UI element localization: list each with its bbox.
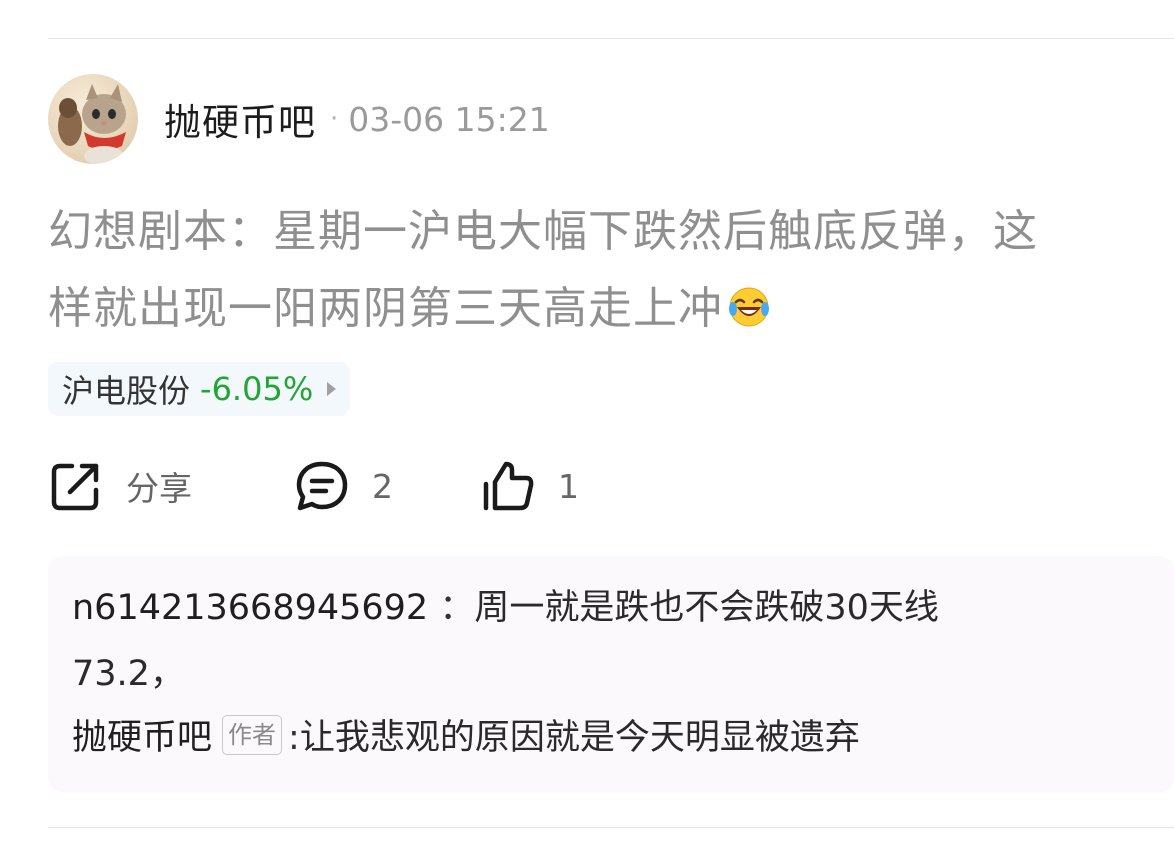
post-text-line-1: 幻想剧本：星期一沪电大幅下跌然后触底反弹，这 xyxy=(48,206,1038,257)
author-badge: 作者 xyxy=(222,715,283,755)
comment-1-separator: ： xyxy=(439,588,475,628)
avatar[interactable] xyxy=(48,74,138,164)
comment-2-text: 让我悲观的原因就是今天明显被遗弃 xyxy=(299,718,860,758)
post-text-line-2-content: 样就出现一阳两阴第三天高走上冲 xyxy=(48,283,723,334)
comments-panel[interactable]: n614213668945692 ：周一就是跌也不会跌破30天线 73.2， 抛… xyxy=(48,556,1174,792)
share-button[interactable]: 分享 xyxy=(48,458,294,514)
share-icon xyxy=(51,463,99,511)
comment-2-user[interactable]: 抛硬币吧 xyxy=(72,718,212,758)
stock-tag[interactable]: 沪电股份 -6.05% xyxy=(48,362,351,416)
post-header: 抛硬币吧 · 03-06 15:21 xyxy=(48,74,550,164)
laughing-crying-emoji-icon xyxy=(729,287,769,327)
comment-2-separator: : xyxy=(288,718,300,758)
stock-name: 沪电股份 xyxy=(62,372,191,410)
comment-2: 抛硬币吧 作者:让我悲观的原因就是今天明显被遗弃 xyxy=(72,708,860,768)
cat-avatar-image xyxy=(58,84,126,164)
comment-icon xyxy=(296,461,348,511)
post-text-line-2: 样就出现一阳两阴第三天高走上冲 xyxy=(48,270,1174,347)
chevron-right-icon xyxy=(327,382,337,396)
bottom-divider xyxy=(48,827,1174,828)
post-body[interactable]: 幻想剧本：星期一沪电大幅下跌然后触底反弹，这 样就出现一阳两阴第三天高走上冲 xyxy=(48,193,1174,347)
comment-1-line-1: n614213668945692 ：周一就是跌也不会跌破30天线 xyxy=(72,578,939,638)
comment-1-text-continued: 73.2， xyxy=(72,654,185,694)
comment-button[interactable]: 2 xyxy=(294,458,480,514)
comment-1-text: 周一就是跌也不会跌破30天线 xyxy=(474,588,939,628)
action-bar: 分享 2 1 xyxy=(48,456,579,516)
post-time: 03-06 15:21 xyxy=(348,99,550,139)
top-divider xyxy=(48,38,1174,39)
share-label: 分享 xyxy=(126,469,192,508)
like-count: 1 xyxy=(558,466,579,506)
stock-change: -6.05% xyxy=(200,370,314,408)
separator-dot: · xyxy=(330,104,339,134)
like-button[interactable]: 1 xyxy=(480,458,579,514)
post-author[interactable]: 抛硬币吧 xyxy=(164,92,316,146)
comment-1-line-2: 73.2， xyxy=(72,644,185,704)
comment-count: 2 xyxy=(372,466,393,506)
comment-1-user[interactable]: n614213668945692 xyxy=(72,588,428,628)
thumbs-up-icon xyxy=(483,461,534,511)
